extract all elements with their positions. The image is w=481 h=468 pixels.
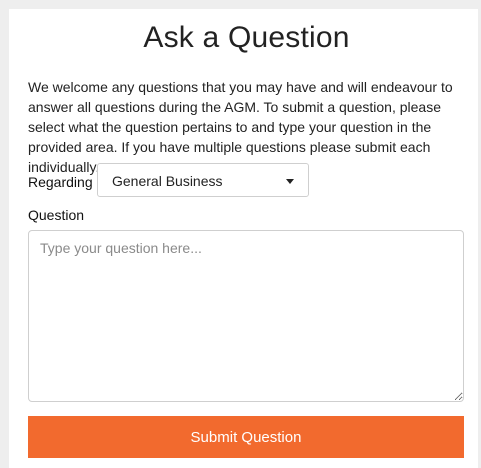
- question-input[interactable]: [28, 230, 464, 402]
- page-title: Ask a Question: [143, 21, 350, 54]
- frame-left: [0, 0, 9, 468]
- regarding-selected-value: General Business: [112, 173, 223, 189]
- chevron-down-icon: [286, 179, 294, 184]
- regarding-label: Regarding: [28, 174, 93, 190]
- frame-top: [0, 0, 481, 9]
- regarding-select[interactable]: General Business: [97, 163, 309, 197]
- question-label: Question: [28, 207, 85, 223]
- intro-text: We welcome any questions that you may ha…: [28, 79, 453, 175]
- submit-question-button[interactable]: Submit Question: [28, 416, 464, 458]
- ask-question-card: Ask a Question We welcome any questions …: [9, 9, 478, 468]
